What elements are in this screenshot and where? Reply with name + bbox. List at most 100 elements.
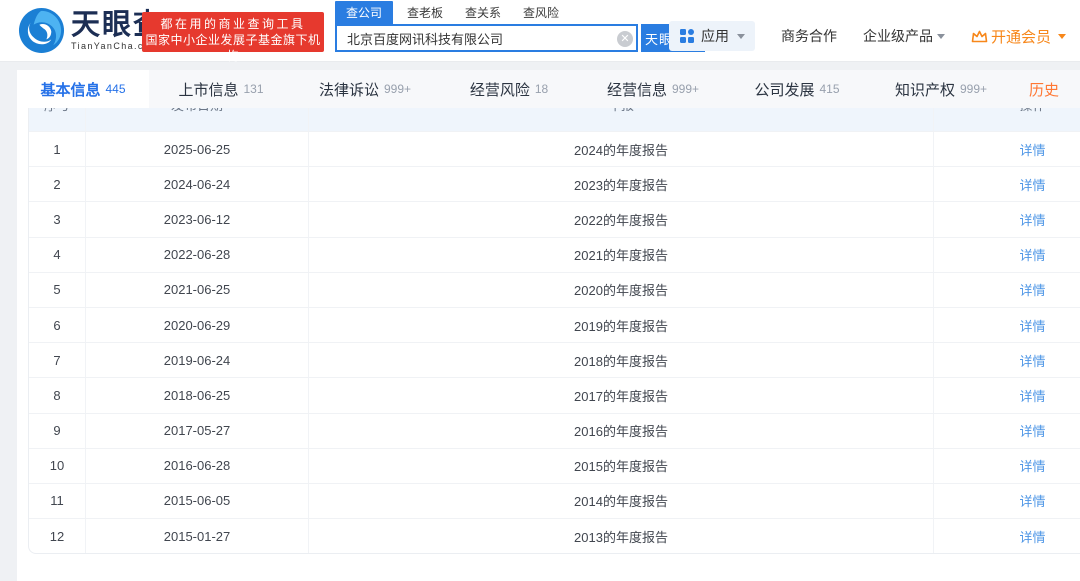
report-name: 2019的年度报告	[574, 316, 668, 335]
detail-link[interactable]: 详情	[1019, 245, 1045, 264]
detail-link[interactable]: 详情	[1019, 456, 1045, 475]
col-header-date: 发布日期	[171, 108, 223, 116]
top-nav: 应用 商务合作 企业级产品 开通会员	[669, 21, 1080, 51]
search-type-tab[interactable]: 查风险	[523, 1, 559, 24]
detail-link[interactable]: 详情	[1019, 421, 1045, 440]
table-row: 2 2024-06-24 2023的年度报告 详情	[29, 166, 1080, 201]
col-header-no: 序号	[44, 108, 70, 116]
chevron-down-icon	[737, 34, 745, 39]
report-name: 2023的年度报告	[574, 175, 668, 194]
report-name: 2014的年度报告	[574, 491, 668, 510]
section-tabs: 基本信息445 上市信息 131 法律诉讼999+ 经营风险 18 经营信息 999+ 公司发展…	[17, 70, 1080, 108]
search-type-tab[interactable]: 查关系	[465, 1, 501, 24]
report-name: 2016的年度报告	[574, 421, 668, 440]
section-tab-label: 公司发展	[754, 79, 814, 100]
row-number: 3	[53, 212, 60, 227]
vip-label: 开通会员	[991, 26, 1051, 47]
section-tab[interactable]: 基本信息445	[17, 70, 149, 108]
detail-link[interactable]: 详情	[1019, 386, 1045, 405]
detail-link[interactable]: 详情	[1019, 316, 1045, 335]
detail-link[interactable]: 详情	[1019, 527, 1045, 546]
report-name: 2021的年度报告	[574, 245, 668, 264]
crown-icon	[971, 29, 988, 44]
top-header: 天眼查 TianYanCha.com 都在用的商业查询工具 国家中小企业发展子基…	[0, 0, 1080, 62]
section-tab-count: 131	[243, 82, 263, 96]
apps-grid-icon	[679, 28, 695, 44]
row-number: 1	[53, 142, 60, 157]
publish-date: 2016-06-28	[164, 458, 231, 473]
search-input[interactable]	[335, 24, 638, 52]
detail-link[interactable]: 详情	[1019, 491, 1045, 510]
search-type-tab[interactable]: 查老板	[407, 1, 443, 24]
report-name: 2015的年度报告	[574, 456, 668, 475]
publish-date: 2017-05-27	[164, 423, 231, 438]
promo-badge: 都在用的商业查询工具 国家中小企业发展子基金旗下机构	[142, 12, 324, 52]
publish-date: 2018-06-25	[164, 388, 231, 403]
section-tab-count: 999+	[672, 82, 699, 96]
detail-link[interactable]: 详情	[1019, 210, 1045, 229]
search-area: 查公司查老板查关系查风险 ✕ 天眼一下	[335, 4, 705, 52]
row-number: 9	[53, 423, 60, 438]
vip-upgrade-button[interactable]: 开通会员	[971, 26, 1066, 47]
apps-menu-button[interactable]: 应用	[669, 21, 755, 51]
table-row: 11 2015-06-05 2014的年度报告 详情	[29, 483, 1080, 518]
publish-date: 2021-06-25	[164, 282, 231, 297]
tianyancha-logo-icon	[18, 7, 65, 54]
section-tab-count: 999+	[960, 82, 987, 96]
publish-date: 2015-06-05	[164, 493, 231, 508]
table-row: 10 2016-06-28 2015的年度报告 详情	[29, 448, 1080, 483]
section-tab-count: 999+	[384, 82, 411, 96]
row-number: 11	[50, 493, 64, 508]
table-header-row: 序号 发布日期 年报 操作	[29, 108, 1080, 131]
row-number: 4	[53, 247, 60, 262]
section-tab[interactable]: 历史	[1013, 70, 1080, 108]
nav-business-cooperation[interactable]: 商务合作	[781, 26, 837, 46]
section-tab[interactable]: 上市信息 131	[149, 70, 293, 108]
detail-link[interactable]: 详情	[1019, 175, 1045, 194]
table-row: 72019-06-242018的年度报告详情	[29, 342, 1080, 377]
table-row: 6 2020-06-29 2019的年度报告 详情	[29, 307, 1080, 342]
row-number: 12	[50, 529, 64, 544]
section-tab[interactable]: 法律诉讼999+	[293, 70, 437, 108]
row-number: 6	[53, 318, 60, 333]
report-name: 2013的年度报告	[574, 527, 668, 546]
chevron-down-icon	[1058, 34, 1066, 39]
annual-report-table: 序号 发布日期 年报 操作 12025-06-252024的年度报告详情2202…	[28, 108, 1080, 554]
detail-link[interactable]: 详情	[1019, 280, 1045, 299]
search-type-tab[interactable]: 查公司	[335, 1, 393, 24]
section-tab[interactable]: 知识产权 999+	[869, 70, 1013, 108]
section-tab-label: 历史	[1029, 79, 1059, 100]
detail-link[interactable]: 详情	[1019, 140, 1045, 159]
section-tab[interactable]: 经营信息 999+	[581, 70, 725, 108]
clear-search-icon[interactable]: ✕	[617, 31, 633, 47]
table-row: 52021-06-252020的年度报告详情	[29, 272, 1080, 307]
row-number: 7	[53, 353, 60, 368]
table-row: 12025-06-252024的年度报告详情	[29, 131, 1080, 166]
section-tab-count: 415	[819, 82, 839, 96]
section-tab-count: 18	[535, 82, 548, 96]
section-tab[interactable]: 公司发展 415	[725, 70, 869, 108]
publish-date: 2020-06-29	[164, 318, 231, 333]
row-number: 10	[50, 458, 64, 473]
table-row: 82018-06-252017的年度报告详情	[29, 377, 1080, 412]
content-card: 基本信息445 上市信息 131 法律诉讼999+ 经营风险 18 经营信息 999+ 公司发展…	[17, 70, 1080, 581]
nav-enterprise-products[interactable]: 企业级产品	[863, 26, 945, 46]
enterprise-label: 企业级产品	[863, 28, 933, 44]
section-tab-label: 经营信息	[607, 79, 667, 100]
publish-date: 2022-06-28	[164, 247, 231, 262]
publish-date: 2024-06-24	[164, 177, 231, 192]
report-table-body: 12025-06-252024的年度报告详情22024-06-242023的年度…	[29, 131, 1080, 553]
publish-date: 2015-01-27	[164, 529, 231, 544]
section-tab-label: 经营风险	[470, 79, 530, 100]
table-row: 32023-06-122022的年度报告详情	[29, 201, 1080, 236]
report-name: 2020的年度报告	[574, 280, 668, 299]
detail-link[interactable]: 详情	[1019, 351, 1045, 370]
row-number: 2	[53, 177, 60, 192]
report-name: 2018的年度报告	[574, 351, 668, 370]
section-tab[interactable]: 经营风险 18	[437, 70, 581, 108]
section-tab-label: 知识产权	[895, 79, 955, 100]
section-tab-label: 上市信息	[178, 79, 238, 100]
publish-date: 2025-06-25	[164, 142, 231, 157]
promo-line1: 都在用的商业查询工具	[142, 16, 324, 32]
table-row: 4 2022-06-28 2021的年度报告 详情	[29, 237, 1080, 272]
